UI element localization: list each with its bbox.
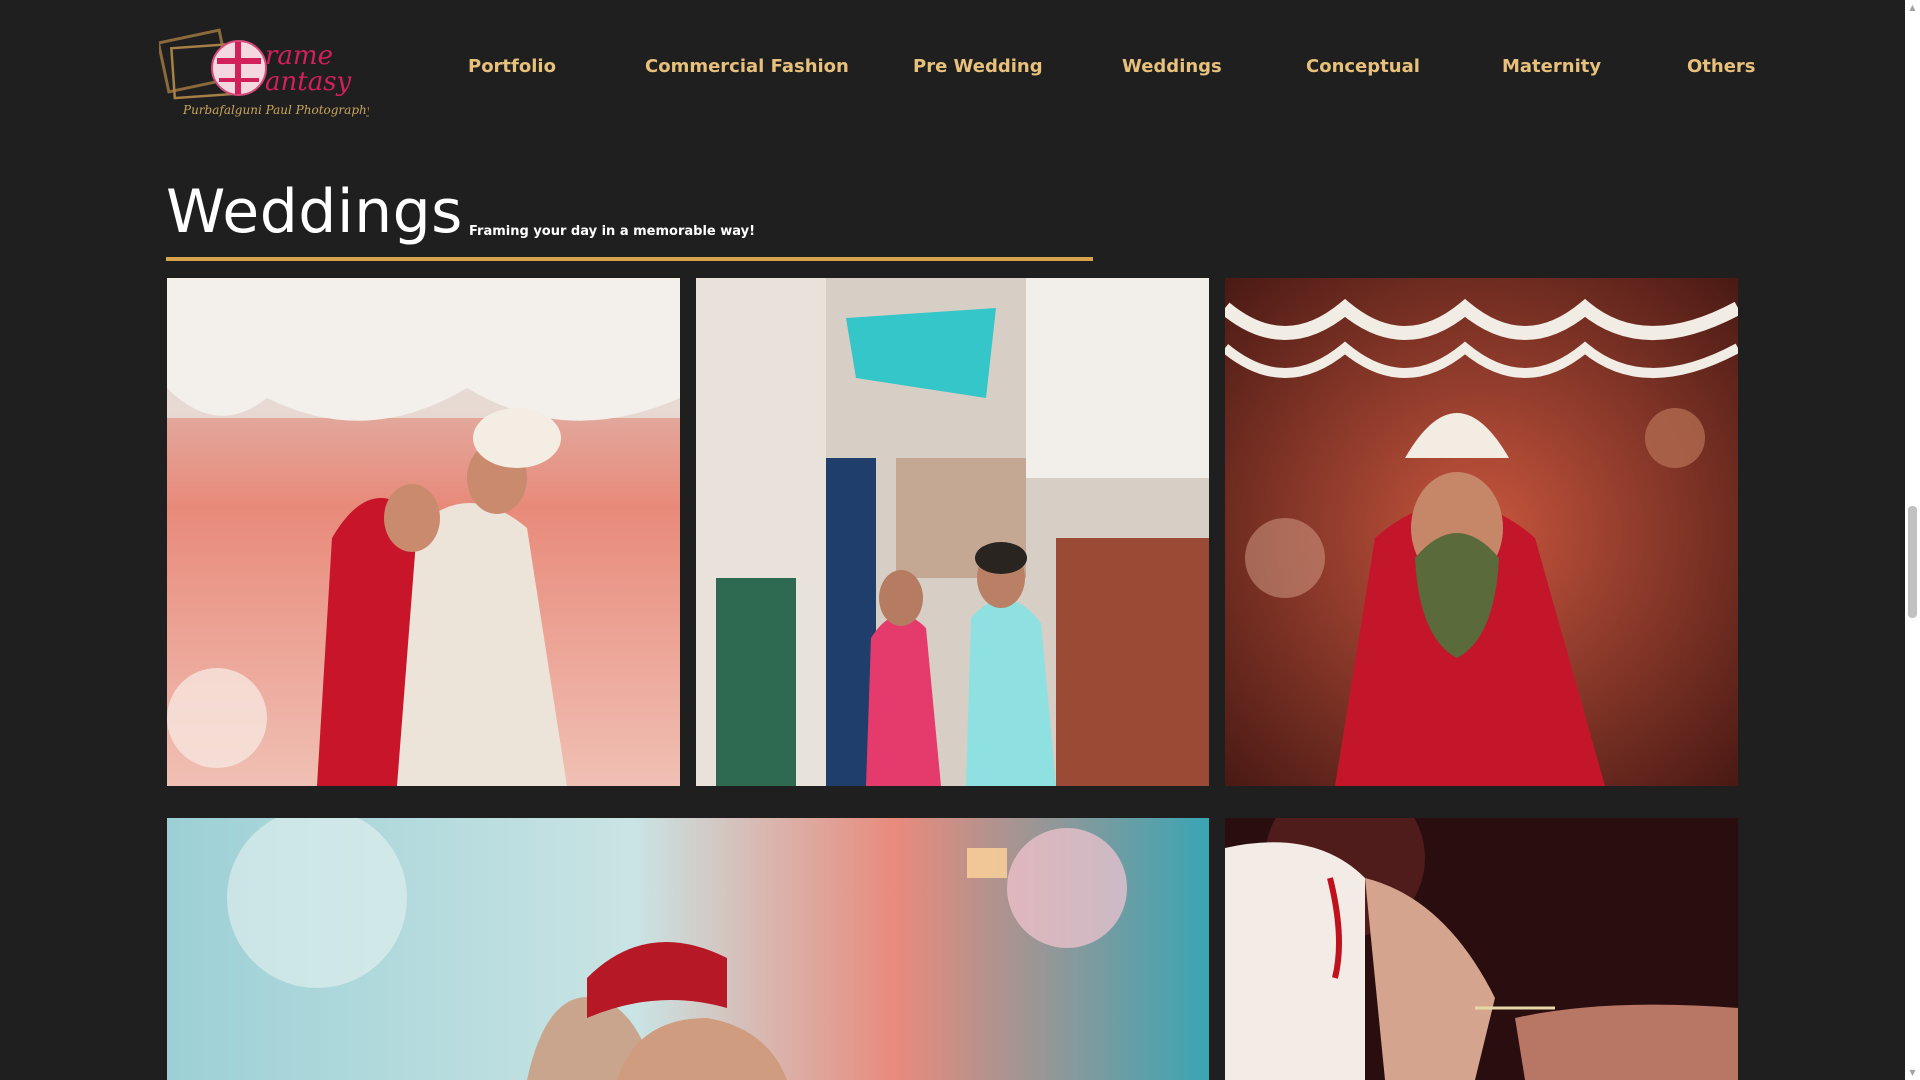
photo-bride-betel-leaf[interactable] — [1225, 278, 1738, 786]
scroll-thumb[interactable] — [1908, 506, 1917, 618]
nav-commercial-fashion[interactable]: Commercial Fashion — [645, 56, 849, 77]
nav-weddings[interactable]: Weddings — [1122, 56, 1222, 77]
photo-image — [696, 278, 1209, 786]
photo-bride-groom-floral[interactable] — [167, 278, 680, 786]
scroll-up-icon[interactable]: ▲ — [1908, 3, 1917, 12]
nav-others[interactable]: Others — [1687, 56, 1756, 77]
photo-couple-pink-blossom[interactable] — [167, 818, 1209, 1080]
photo-image — [1225, 278, 1738, 786]
photo-image — [167, 818, 1209, 1080]
photo-image — [167, 278, 680, 786]
page-subtitle: Framing your day in a memorable way! — [469, 224, 756, 239]
nav-conceptual[interactable]: Conceptual — [1306, 56, 1420, 77]
nav-pre-wedding[interactable]: Pre Wedding — [913, 56, 1043, 77]
nav-maternity[interactable]: Maternity — [1502, 56, 1601, 77]
title-divider — [166, 257, 1093, 261]
scroll-down-icon[interactable]: ▼ — [1908, 1068, 1917, 1077]
page: rame antasy Purbafalguni Paul Photograph… — [0, 0, 1920, 1080]
page-title: Weddings — [166, 177, 463, 247]
page-scrollbar[interactable]: ▲ ▼ — [1905, 0, 1920, 1080]
main-nav: Portfolio Commercial Fashion Pre Wedding… — [0, 56, 1900, 84]
photo-image — [1225, 818, 1738, 1080]
photo-hands-ritual[interactable] — [1225, 818, 1738, 1080]
nav-portfolio[interactable]: Portfolio — [468, 56, 556, 77]
svg-text:Purbafalguni Paul Photography: Purbafalguni Paul Photography — [182, 103, 369, 117]
photo-couple-alley[interactable] — [696, 278, 1209, 786]
